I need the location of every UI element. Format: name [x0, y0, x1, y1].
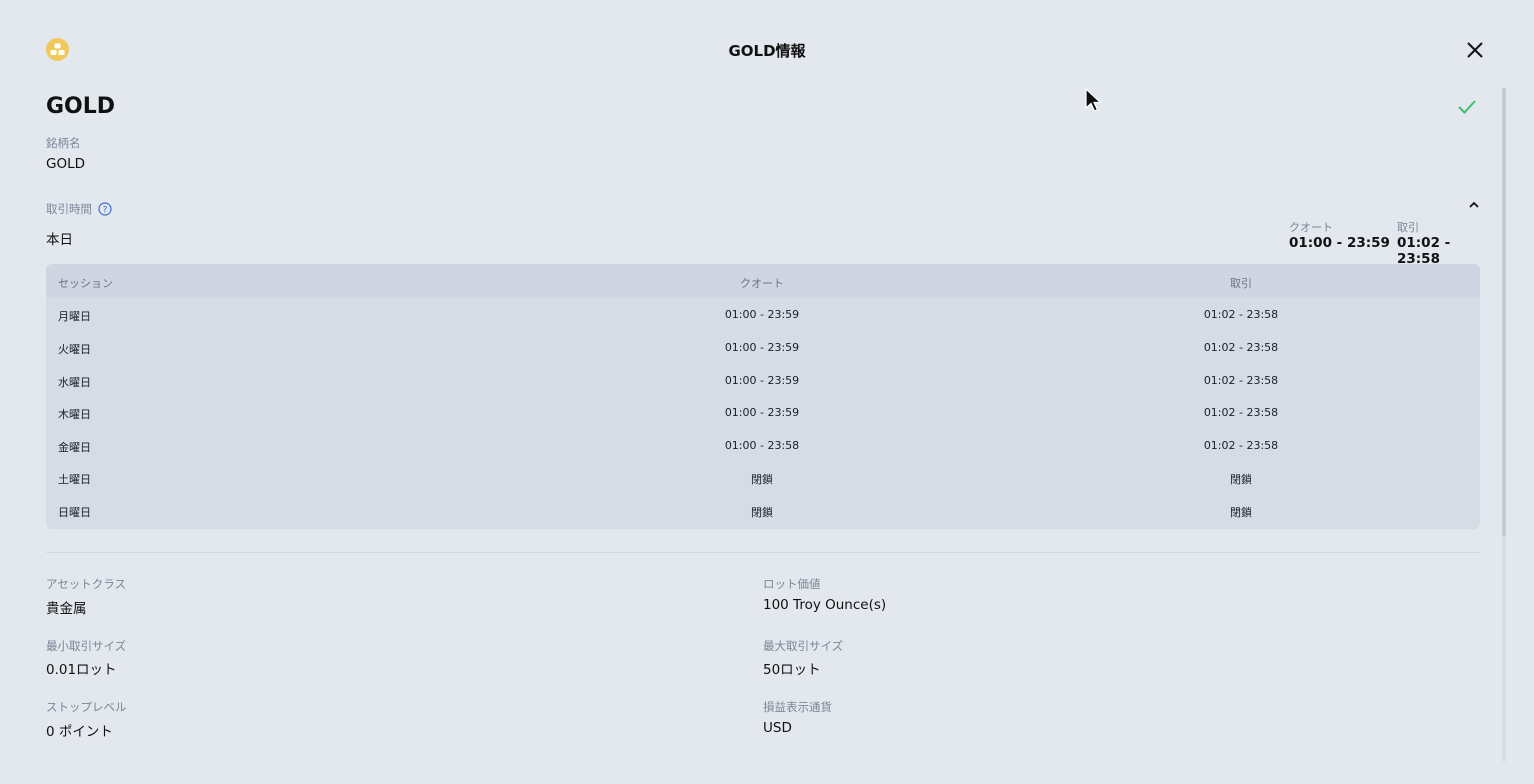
cell-trade: 01:02 - 23:58 — [1203, 374, 1279, 387]
cell-trade: 閉鎖 — [1230, 473, 1252, 486]
cell-quote: 01:00 - 23:59 — [724, 406, 800, 419]
max-size-value: 50ロット — [763, 662, 821, 678]
section-divider — [46, 552, 1480, 553]
symbol-name-label: 銘柄名 — [46, 136, 81, 150]
max-size-label: 最大取引サイズ — [763, 639, 844, 653]
cell-day: 月曜日 — [58, 310, 91, 323]
cell-day: 火曜日 — [58, 343, 91, 356]
cell-trade: 01:02 - 23:58 — [1203, 439, 1279, 452]
table-row: 月曜日 01:00 - 23:59 01:02 - 23:58 — [46, 298, 1480, 330]
mouse-cursor-icon — [1085, 88, 1103, 112]
asset-class-label: アセットクラス — [46, 577, 127, 591]
asset-class-value: 貴金属 — [46, 601, 87, 617]
table-row: 木曜日 01:00 - 23:59 01:02 - 23:58 — [46, 396, 1480, 428]
today-trade-value: 01:02 - 23:58 — [1397, 235, 1451, 267]
close-icon[interactable] — [1464, 39, 1486, 61]
scrollbar[interactable] — [1502, 88, 1506, 762]
lot-value-label: ロット価値 — [763, 577, 821, 591]
cell-day: 水曜日 — [58, 376, 91, 389]
header-trade: 取引 — [1230, 277, 1252, 290]
cell-day: 土曜日 — [58, 473, 91, 486]
min-size-label: 最小取引サイズ — [46, 639, 127, 653]
cell-quote: 01:00 - 23:59 — [724, 374, 800, 387]
table-row: 火曜日 01:00 - 23:59 01:02 - 23:58 — [46, 331, 1480, 363]
chevron-up-icon[interactable] — [1467, 200, 1481, 210]
lot-value-value: 100 Troy Ounce(s) — [763, 597, 887, 613]
cell-trade: 01:02 - 23:58 — [1203, 341, 1279, 354]
cell-quote: 01:00 - 23:59 — [724, 341, 800, 354]
today-label: 本日 — [46, 232, 73, 248]
cell-quote: 閉鎖 — [751, 473, 773, 486]
help-icon[interactable]: ? — [98, 202, 112, 216]
stop-level-value: 0 ポイント — [46, 724, 113, 740]
modal-title: GOLD情報 — [728, 42, 806, 60]
table-row: 土曜日 閉鎖 閉鎖 — [46, 461, 1480, 493]
cell-trade: 01:02 - 23:58 — [1203, 406, 1279, 419]
table-row: 金曜日 01:00 - 23:58 01:02 - 23:58 — [46, 429, 1480, 461]
cell-day: 金曜日 — [58, 441, 91, 454]
stop-level-label: ストップレベル — [46, 700, 127, 714]
pl-currency-label: 損益表示通貨 — [763, 700, 832, 714]
symbol-title: GOLD — [46, 94, 116, 119]
cell-quote: 01:00 - 23:59 — [724, 308, 800, 321]
check-icon — [1458, 100, 1476, 114]
close-button[interactable] — [1464, 39, 1486, 61]
today-quote-value: 01:00 - 23:59 — [1289, 235, 1390, 251]
sessions-table: セッション クオート 取引 月曜日 01:00 - 23:59 01:02 - … — [46, 264, 1480, 529]
header-quote: クオート — [740, 277, 784, 290]
table-row: 日曜日 閉鎖 閉鎖 — [46, 494, 1480, 526]
today-trade-label: 取引 — [1397, 221, 1419, 234]
table-row: 水曜日 01:00 - 23:59 01:02 - 23:58 — [46, 364, 1480, 396]
modal-header: GOLD情報 — [0, 0, 1534, 98]
trading-hours-label: 取引時間 — [46, 202, 92, 216]
min-size-value: 0.01ロット — [46, 662, 117, 678]
pl-currency-value: USD — [763, 720, 792, 736]
cell-day: 木曜日 — [58, 408, 91, 421]
scrollbar-thumb[interactable] — [1502, 88, 1506, 536]
cell-quote: 閉鎖 — [751, 506, 773, 519]
cell-trade: 閉鎖 — [1230, 506, 1252, 519]
svg-text:?: ? — [103, 206, 108, 216]
cell-trade: 01:02 - 23:58 — [1203, 308, 1279, 321]
cell-quote: 01:00 - 23:58 — [724, 439, 800, 452]
header-session: セッション — [58, 277, 113, 290]
symbol-name-value: GOLD — [46, 156, 86, 172]
today-quote-label: クオート — [1289, 221, 1333, 234]
table-header: セッション クオート 取引 — [46, 264, 1480, 298]
cell-day: 日曜日 — [58, 506, 91, 519]
